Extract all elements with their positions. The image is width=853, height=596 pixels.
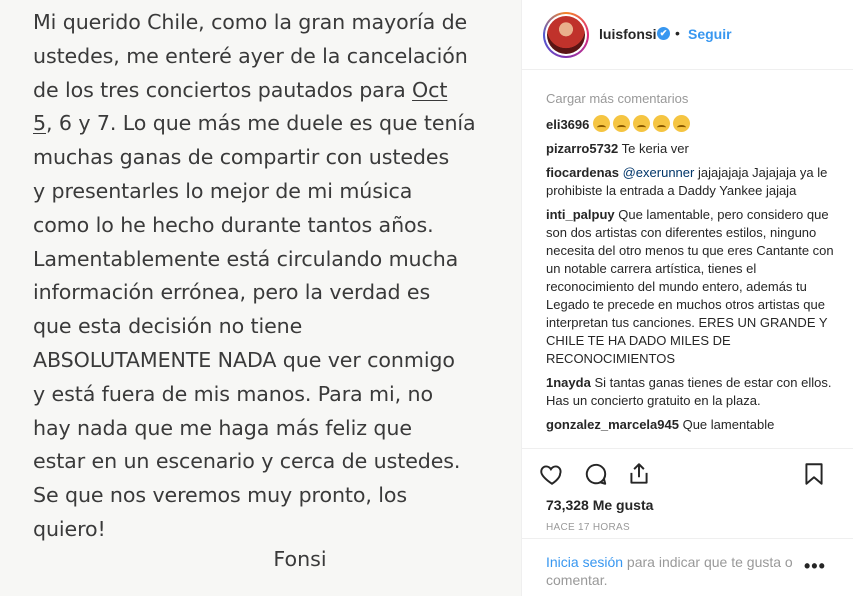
separator-dot: • <box>675 25 680 41</box>
post-side-panel: luisfonsi ✔ • Seguir Cargar más comentar… <box>521 0 853 596</box>
image-line: Mi querido Chile, como la gran mayoría d… <box>33 10 468 34</box>
post-timestamp: HACE 17 HORAS <box>546 522 630 533</box>
avatar-image <box>547 16 585 54</box>
comment-mention-link[interactable]: @exerunner <box>623 165 695 180</box>
disappointed-face-emoji <box>653 115 670 132</box>
comment-username[interactable]: fiocardenas <box>546 165 619 180</box>
underlined-word: 5 <box>33 111 47 136</box>
avatar-frame <box>545 14 587 56</box>
image-line: estar en un escenario y cerca de ustedes… <box>33 449 461 474</box>
image-line: ustedes, me enteré ayer de la cancelació… <box>33 43 468 68</box>
comment-username[interactable]: gonzalez_marcela945 <box>546 417 679 432</box>
underlined-word: Oct <box>412 77 448 102</box>
disappointed-face-emoji <box>593 115 610 132</box>
image-line: y presentarles lo mejor de mi música <box>33 178 413 203</box>
comment: gonzalez_marcela945 Que lamentable <box>546 416 836 434</box>
username-link[interactable]: luisfonsi <box>599 26 657 42</box>
image-line: información errónea, pero la verdad es <box>33 280 431 305</box>
follow-button[interactable]: Seguir <box>688 26 732 42</box>
comment-text: Que lamentable <box>682 417 775 432</box>
comment: inti_palpuy Que lamentable, pero conside… <box>546 206 836 368</box>
verified-badge-icon: ✔ <box>657 27 670 40</box>
comment-username[interactable]: pizarro5732 <box>546 141 618 156</box>
likes-count[interactable]: 73,328 Me gusta <box>546 497 653 513</box>
comment: fiocardenas @exerunner jajajajaja Jajaja… <box>546 164 836 200</box>
comment: pizarro5732 Te keria ver <box>546 140 836 158</box>
comment-text: Te keria ver <box>621 141 689 156</box>
comment: eli3696 <box>546 115 836 134</box>
image-line: de los tres conciertos pautados para Oct <box>33 74 503 108</box>
disappointed-face-emoji <box>673 115 690 132</box>
comment-username[interactable]: inti_palpuy <box>546 207 615 222</box>
share-icon[interactable] <box>626 461 652 487</box>
post-actions <box>522 448 853 498</box>
comment-username[interactable]: 1nayda <box>546 375 591 390</box>
comment-icon[interactable] <box>583 461 609 487</box>
image-line: hay nada que me haga más feliz que <box>33 415 412 440</box>
comment-text: Que lamentable, pero considero que son d… <box>546 207 834 366</box>
image-line-part: , 6 y 7. Lo que más me duele es que tení… <box>46 111 476 136</box>
image-signature: Fonsi <box>273 547 327 571</box>
comment-username[interactable]: eli3696 <box>546 117 589 132</box>
heart-icon[interactable] <box>539 461 565 487</box>
comment: 1nayda Si tantas ganas tienes de estar c… <box>546 374 836 410</box>
image-line: 5, 6 y 7. Lo que más me duele es que ten… <box>33 107 503 141</box>
avatar[interactable] <box>543 12 589 58</box>
post-image[interactable]: Mi querido Chile, como la gran mayoría d… <box>0 0 521 596</box>
post-image-text: Mi querido Chile, como la gran mayoría d… <box>33 6 503 547</box>
disappointed-face-emoji <box>613 115 630 132</box>
image-line: Lamentablemente está circulando mucha <box>33 246 459 271</box>
login-prompt-text: Inicia sesión para indicar que te gusta … <box>546 553 811 589</box>
image-line: como lo he hecho durante tantos años. <box>33 212 434 237</box>
bookmark-icon[interactable] <box>801 461 827 487</box>
image-line-part: de los tres conciertos pautados para <box>33 77 413 102</box>
image-line: que esta decisión no tiene <box>33 314 303 339</box>
image-line: y está fuera de mis manos. Para mi, no <box>33 381 433 406</box>
image-line: quiero! <box>33 516 106 541</box>
emoji-row <box>593 115 693 132</box>
image-line: ABSOLUTAMENTE NADA que ver conmigo <box>33 347 455 372</box>
comments-list[interactable]: Cargar más comentarios eli3696 pizarro57… <box>546 90 836 448</box>
more-options-icon[interactable]: ••• <box>804 557 826 575</box>
login-prompt: Inicia sesión para indicar que te gusta … <box>522 538 853 596</box>
login-link[interactable]: Inicia sesión <box>546 554 623 570</box>
image-line: Se que nos veremos muy pronto, los <box>33 483 408 508</box>
load-more-comments-button[interactable]: Cargar más comentarios <box>546 90 836 108</box>
image-line: muchas ganas de compartir con ustedes <box>33 145 450 170</box>
post-header: luisfonsi ✔ • Seguir <box>522 0 853 70</box>
disappointed-face-emoji <box>633 115 650 132</box>
